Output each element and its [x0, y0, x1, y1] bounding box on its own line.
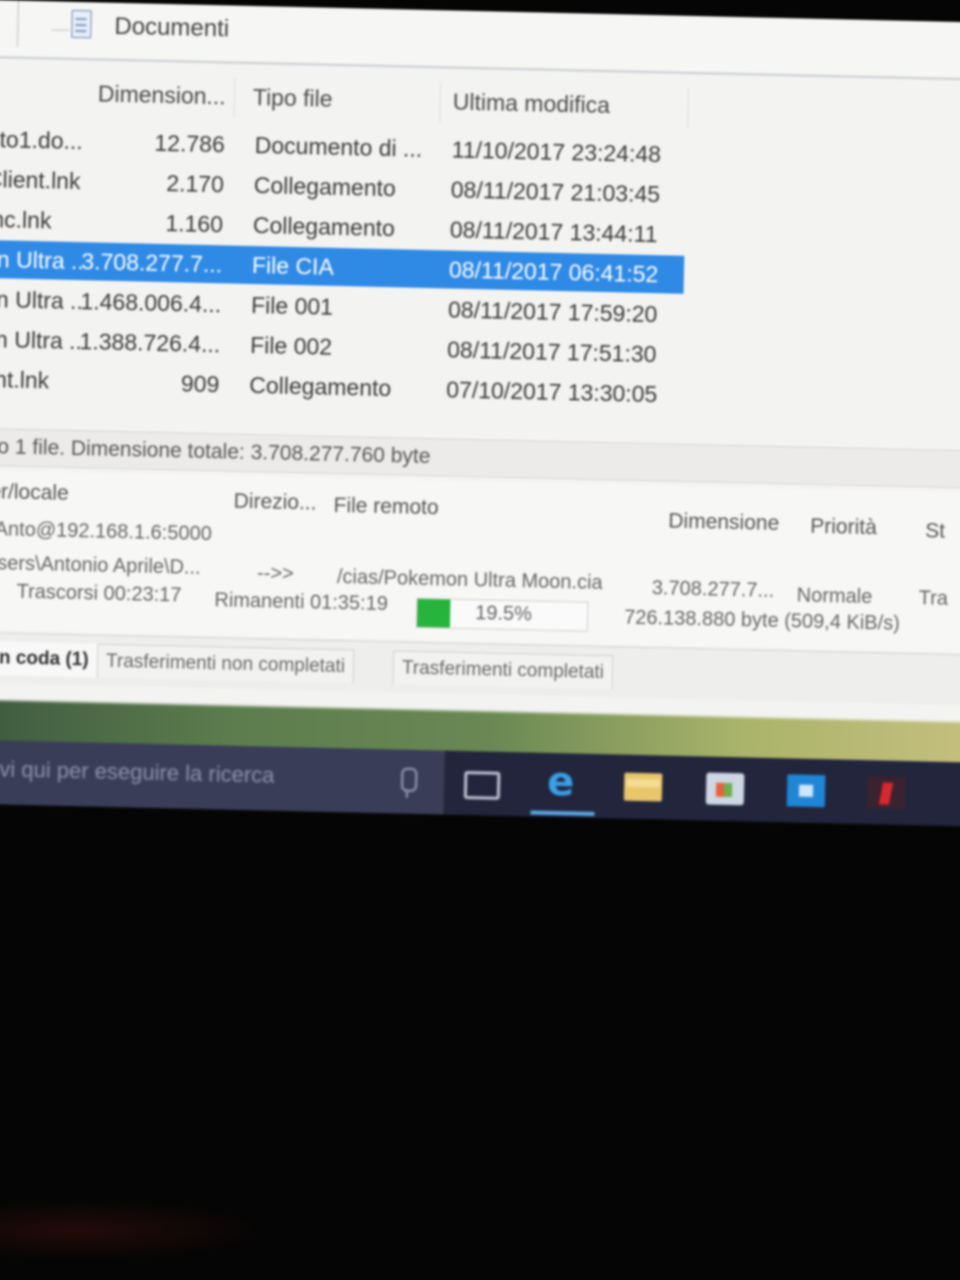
transfer-progress-bar: 19.5%: [415, 597, 589, 632]
queue-header-priority[interactable]: Priorità: [810, 515, 877, 541]
tree-item-documenti[interactable]: Documenti: [114, 13, 229, 44]
file-type: Collegamento: [249, 371, 392, 402]
file-modified: 08/11/2017 13:44:11: [449, 216, 658, 248]
tree-guide-line: [51, 29, 70, 31]
file-name: Client.lnk: [0, 165, 81, 195]
file-type: File 002: [249, 331, 333, 360]
file-modified: 08/11/2017 21:03:45: [450, 176, 661, 208]
queue-status: Tra: [918, 587, 949, 610]
file-type: Documento di ...: [254, 132, 423, 162]
document-icon: [71, 9, 92, 39]
blue-app-icon[interactable]: [786, 774, 826, 808]
file-name: on Ultra ...: [0, 245, 85, 275]
column-header-type[interactable]: Tipo file: [253, 84, 333, 113]
queue-server: ://Anto@192.168.1.6:5000: [0, 517, 213, 546]
status-text: ato 1 file. Dimensione totale: 3.708.277…: [0, 434, 431, 469]
file-modified: 11/10/2017 23:24:48: [451, 136, 662, 168]
progress-fill: [416, 598, 451, 628]
column-separator[interactable]: [233, 77, 236, 118]
store-icon[interactable]: [705, 772, 745, 806]
tab-successful-transfers[interactable]: Trasferimenti completati: [392, 650, 614, 690]
file-size: 1.160: [165, 210, 224, 238]
queue-elapsed: Trascorsi 00:23:17: [16, 580, 182, 607]
queue-header-status[interactable]: St: [925, 519, 945, 543]
file-modified: 08/11/2017 17:51:30: [446, 336, 657, 368]
queue-remaining: Rimanenti 01:35:19: [214, 589, 389, 616]
file-explorer-icon[interactable]: [623, 772, 663, 802]
queue-header-local[interactable]: ver/locale: [0, 480, 69, 506]
file-size: 1.468.006.4...: [80, 288, 222, 318]
active-app-indicator: [530, 810, 595, 816]
file-size: 3.708.277.7...: [81, 248, 223, 278]
file-type: Collegamento: [253, 172, 397, 202]
search-placeholder: vi qui per eseguire la ricerca: [0, 756, 275, 788]
tab-failed-transfers[interactable]: Trasferimenti non completati: [96, 643, 355, 684]
column-header-modified[interactable]: Ultima modifica: [452, 89, 611, 120]
file-modified: 07/10/2017 13:30:05: [445, 376, 658, 408]
file-size: 909: [180, 370, 220, 398]
progress-percent: 19.5%: [474, 602, 533, 626]
file-name: on Ultra ...: [0, 325, 83, 355]
screen-reflection: [0, 1200, 260, 1260]
column-separator[interactable]: [687, 87, 690, 128]
microphone-icon[interactable]: [400, 767, 418, 792]
queue-priority: Normale: [796, 584, 873, 609]
file-name: ent.lnk: [0, 365, 50, 394]
file-modified: 08/11/2017 17:59:20: [447, 296, 658, 328]
file-modified: 08/11/2017 06:41:52: [448, 256, 659, 288]
red-app-icon[interactable]: [866, 776, 906, 809]
queue-transferred: 726.138.880 byte (509,4 KiB/s): [623, 606, 901, 635]
file-size: 1.388.726.4...: [79, 328, 221, 358]
edge-browser-icon[interactable]: e: [547, 759, 586, 806]
queue-local-file: \Users\Antonio Aprile\D...: [0, 551, 201, 579]
task-view-icon[interactable]: [463, 770, 501, 800]
queue-header-size[interactable]: Dimensione: [668, 510, 779, 537]
queue-direction-arrow: -->>: [256, 562, 294, 586]
queue-file-size: 3.708.277.7...: [651, 577, 775, 602]
file-size: 12.786: [154, 129, 226, 158]
tree-guide-line: [16, 0, 19, 47]
file-type: File 001: [250, 292, 334, 320]
column-separator[interactable]: [439, 82, 442, 123]
file-name: mc.lnk: [0, 205, 52, 234]
ftp-client-window: Documenti Dimension... Tipo file Ultima …: [0, 0, 960, 743]
transfer-queue: ver/locale Direzio... File remoto Dimens…: [0, 469, 960, 653]
file-name: on Ultra ...: [0, 285, 84, 315]
file-type: Collegamento: [252, 212, 396, 242]
queue-header-remote[interactable]: File remoto: [333, 494, 439, 520]
monitor-screen: Documenti Dimension... Tipo file Ultima …: [0, 0, 960, 1280]
folder-tree: Documenti: [0, 0, 960, 81]
queue-header-direction[interactable]: Direzio...: [233, 490, 316, 516]
tab-queued[interactable]: i in coda (1): [0, 640, 98, 678]
file-name: nto1.do...: [0, 125, 84, 155]
taskbar-search-box[interactable]: vi qui per eseguire la ricerca: [0, 740, 445, 815]
file-size: 2.170: [166, 170, 225, 198]
file-type: File CIA: [251, 252, 335, 280]
queue-remote-file: /cias/Pokemon Ultra Moon.cia: [336, 566, 603, 595]
column-header-size[interactable]: Dimension...: [98, 80, 226, 110]
